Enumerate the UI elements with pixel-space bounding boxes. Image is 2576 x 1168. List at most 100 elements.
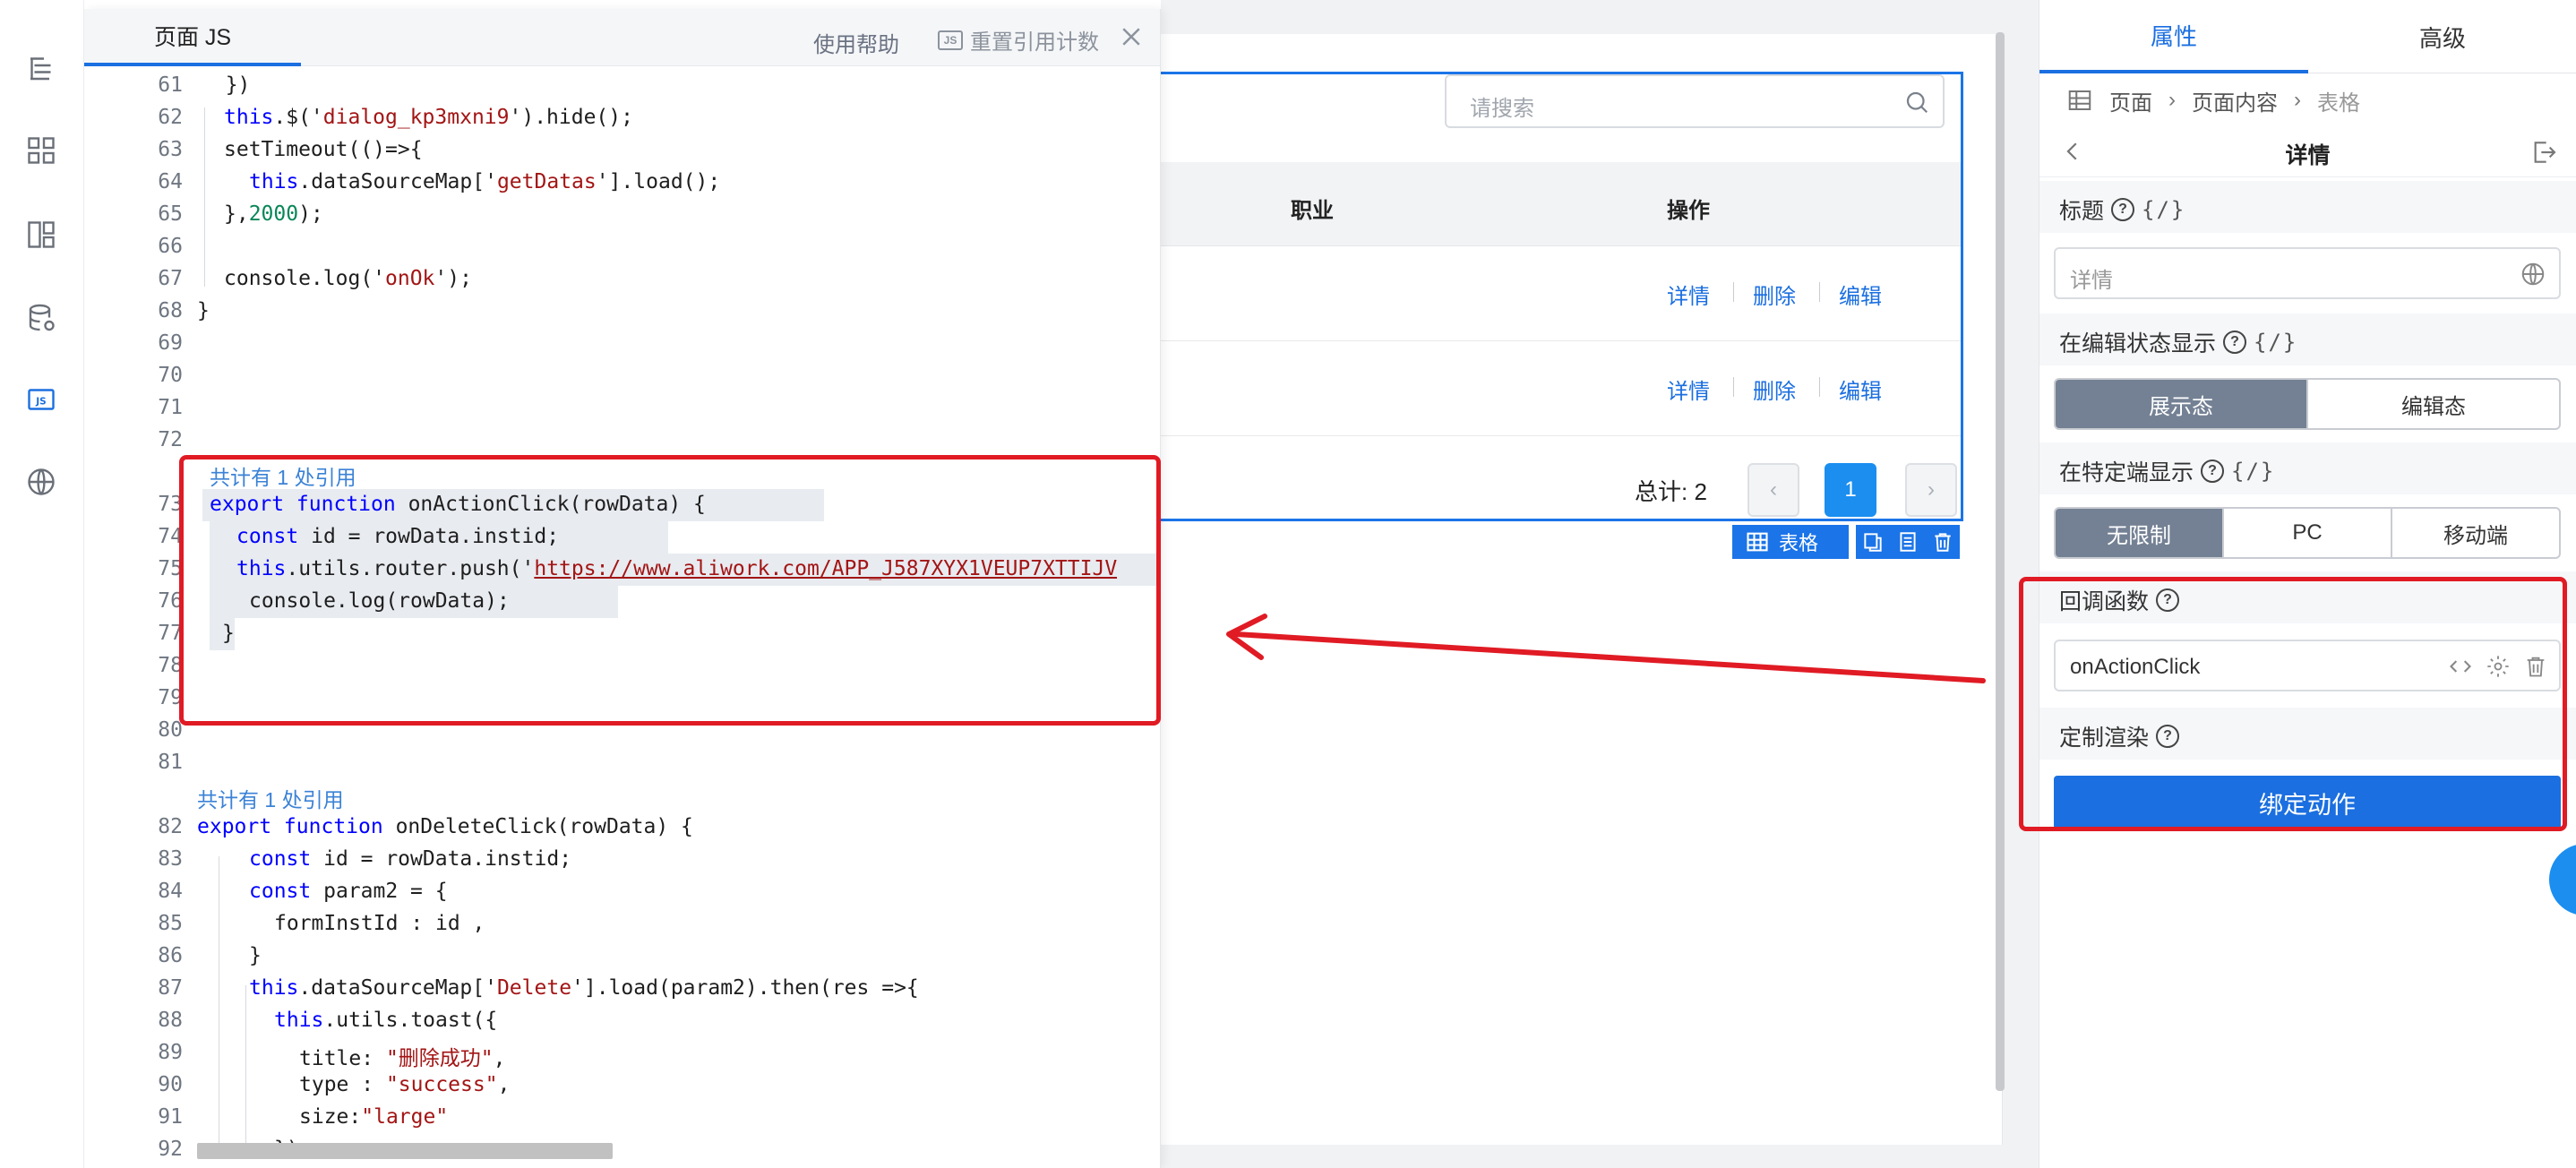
reset-ref-count-button[interactable]: JS 重置引用计数 — [938, 24, 1099, 56]
title-section: 标题 ? {/} — [2039, 181, 2576, 233]
column-header-job: 职业 — [1291, 199, 1334, 223]
globe-icon[interactable] — [2520, 261, 2546, 288]
line-number: 70 — [158, 364, 183, 387]
code-token: this — [274, 1009, 324, 1032]
breadcrumb-page[interactable]: 页面 — [2109, 85, 2152, 116]
line-number: 81 — [158, 751, 183, 774]
search-box[interactable]: 请搜索 — [1445, 74, 1945, 128]
close-icon[interactable] — [1118, 23, 1145, 50]
segment-mobile[interactable]: 移动端 — [2392, 509, 2559, 557]
segment-pc[interactable]: PC — [2224, 509, 2392, 557]
line-number: 61 — [158, 73, 183, 97]
reference-count-label[interactable]: 共计有 1 处引用 — [197, 783, 344, 813]
edit-action-link[interactable]: 编辑 — [1839, 279, 1882, 310]
code-line[interactable]: setTimeout(()=>{ — [224, 138, 423, 161]
segment-edit[interactable]: 编辑态 — [2308, 380, 2559, 428]
code-line[interactable]: } — [249, 944, 262, 967]
left-icon-rail: JS — [0, 0, 84, 1168]
code-line[interactable]: type : "success", — [299, 1073, 510, 1096]
copy-icon[interactable] — [1861, 530, 1885, 554]
table-component[interactable]: 请搜索 职业 操作 详情 删除 编辑 详情 删除 编辑 总计: 2 ‹ 1 › — [1139, 72, 1963, 521]
segment-unlimited[interactable]: 无限制 — [2056, 509, 2224, 557]
page-js-icon[interactable]: JS — [23, 382, 59, 417]
line-number: 88 — [158, 1009, 183, 1032]
code-line[interactable]: this.utils.toast({ — [274, 1009, 497, 1032]
code-line[interactable]: }) — [201, 73, 251, 97]
search-icon[interactable] — [1903, 89, 1930, 116]
code-line[interactable]: this.dataSourceMap['getDatas'].load(); — [249, 170, 720, 193]
title-input[interactable]: 详情 — [2054, 247, 2561, 299]
code-token: '); — [434, 267, 472, 290]
code-token: id = rowData.instid; — [311, 847, 572, 871]
code-line[interactable]: this.$('dialog_kp3mxni9').hide(); — [224, 106, 633, 129]
search-input[interactable]: 请搜索 — [1470, 90, 1534, 122]
code-line[interactable]: this.dataSourceMap['Delete'].load(param2… — [249, 976, 919, 1000]
help-icon[interactable]: ? — [2223, 331, 2247, 354]
annotation-box-settings — [2019, 577, 2567, 831]
code-token: param2 = { — [311, 880, 448, 903]
delete-action-link[interactable]: 删除 — [1753, 279, 1796, 310]
detail-action-link[interactable]: 详情 — [1667, 374, 1710, 405]
page-next-button[interactable]: › — [1905, 463, 1957, 517]
line-number: 64 — [158, 170, 183, 193]
duplicate-icon[interactable] — [1896, 530, 1919, 554]
line-number: 62 — [158, 106, 183, 129]
variable-bind-icon[interactable]: {/} — [2231, 459, 2275, 484]
component-actions[interactable] — [1856, 525, 1960, 559]
indent-guide — [245, 985, 246, 1152]
trash-icon[interactable] — [1931, 530, 1954, 554]
preview-vertical-scrollbar[interactable] — [1996, 32, 2005, 1091]
segment-display[interactable]: 展示态 — [2056, 380, 2308, 428]
layout-template-icon[interactable] — [23, 217, 59, 253]
line-number: 82 — [158, 815, 183, 838]
code-line[interactable]: } — [197, 299, 210, 322]
settings-tabs: 属性 高级 — [2039, 0, 2576, 73]
line-number: 84 — [158, 880, 183, 903]
line-number: 73 — [158, 493, 183, 516]
code-token: dialog_kp3mxni9 — [322, 106, 510, 129]
code-line[interactable]: size:"large" — [299, 1105, 448, 1129]
horizontal-scrollbar[interactable] — [197, 1143, 613, 1159]
code-line[interactable]: const param2 = { — [249, 880, 448, 903]
svg-text:JS: JS — [35, 396, 46, 407]
help-icon[interactable]: ? — [2201, 459, 2225, 483]
line-number: 77 — [158, 622, 183, 645]
line-number: 75 — [158, 557, 183, 580]
code-token: '].load(param2).then(res =>{ — [571, 976, 919, 1000]
code-token: .utils.toast({ — [323, 1009, 498, 1032]
page-1-button[interactable]: 1 — [1825, 463, 1876, 517]
line-number: 78 — [158, 654, 183, 677]
tab-page-js[interactable]: 页面 JS — [84, 9, 301, 66]
variable-bind-icon[interactable]: {/} — [2142, 197, 2185, 222]
breadcrumb-page-content[interactable]: 页面内容 — [2192, 85, 2278, 116]
code-line[interactable]: const id = rowData.instid; — [249, 847, 571, 871]
help-link[interactable]: 使用帮助 — [813, 27, 899, 58]
outline-tree-icon[interactable] — [23, 50, 59, 86]
line-number: 83 — [158, 847, 183, 871]
tab-advanced[interactable]: 高级 — [2308, 0, 2576, 73]
help-icon[interactable]: ? — [2111, 198, 2135, 221]
code-token: onOk — [385, 267, 435, 290]
variable-bind-icon[interactable]: {/} — [2254, 330, 2297, 355]
page-prev-button[interactable]: ‹ — [1747, 463, 1799, 517]
detail-action-link[interactable]: 详情 — [1667, 279, 1710, 310]
exit-icon[interactable] — [2529, 138, 2558, 167]
edit-action-link[interactable]: 编辑 — [1839, 374, 1882, 405]
globe-icon[interactable] — [23, 464, 59, 500]
line-number: 71 — [158, 396, 183, 419]
line-number: 74 — [158, 525, 183, 548]
tab-properties[interactable]: 属性 — [2039, 0, 2308, 73]
line-number: 66 — [158, 235, 183, 258]
delete-action-link[interactable]: 删除 — [1753, 374, 1796, 405]
code-line[interactable]: title: "删除成功", — [299, 1041, 506, 1071]
code-line[interactable]: },2000); — [224, 202, 323, 226]
code-line[interactable]: console.log('onOk'); — [224, 267, 472, 290]
code-line[interactable]: formInstId : id , — [274, 912, 485, 935]
code-token: .dataSourceMap[' — [298, 170, 497, 193]
components-grid-icon[interactable] — [23, 133, 59, 168]
action-separator — [1819, 282, 1820, 302]
code-line[interactable]: export function onDeleteClick(rowData) { — [197, 815, 693, 838]
table-header: 职业 操作 — [1142, 162, 1961, 246]
component-toolbar[interactable]: 表格 — [1732, 525, 1849, 559]
data-source-icon[interactable] — [23, 301, 59, 337]
